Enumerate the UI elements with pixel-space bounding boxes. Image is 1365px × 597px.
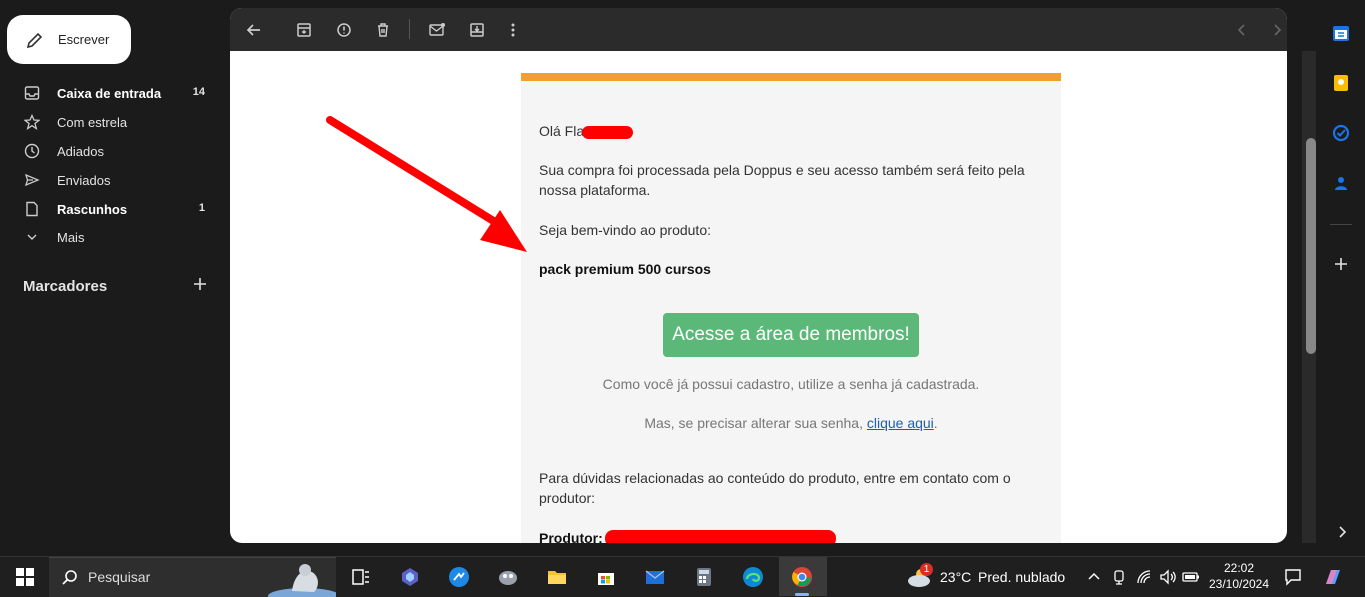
draft-count: 1 [198, 202, 205, 214]
reset-prefix: Mas, se precisar alterar sua senha, [644, 415, 867, 431]
keep-icon[interactable] [1332, 74, 1350, 92]
scrollbar-thumb[interactable] [1306, 138, 1316, 354]
report-spam-icon[interactable] [334, 20, 354, 40]
message-toolbar [230, 8, 1287, 51]
email-welcome: Seja bem-vindo ao produto: [539, 222, 711, 238]
more-options-icon[interactable] [503, 20, 523, 40]
sidebar-item-more[interactable]: Mais [0, 225, 225, 251]
pencil-icon [26, 32, 43, 49]
email-note: Como você já possui cadastro, utilize a … [602, 376, 980, 392]
redaction-mark [605, 530, 836, 543]
search-icon [62, 570, 77, 585]
plus-icon [194, 278, 206, 290]
email-contact: Para dúvidas relacionadas ao conteúdo do… [539, 470, 1011, 506]
copilot-icon[interactable] [399, 566, 421, 588]
meet-now-icon[interactable] [1111, 569, 1127, 585]
mark-unread-icon[interactable] [427, 20, 447, 40]
reset-password-link[interactable]: clique aqui [867, 415, 934, 431]
weather-badge: 1 [920, 563, 933, 576]
delete-icon[interactable] [373, 20, 393, 40]
weather-description[interactable]: Pred. nublado [978, 569, 1065, 585]
email-paragraph: Sua compra foi processada pela Doppus e … [539, 162, 1025, 198]
compose-button[interactable]: Escrever [7, 15, 131, 64]
sidebar-item-label: Com estrela [57, 115, 128, 130]
draft-icon [26, 201, 38, 217]
message-pane: Olá Fla Sua compra foi processada pela D… [230, 8, 1287, 543]
chrome-browser-icon[interactable] [791, 566, 813, 588]
calculator-icon[interactable] [693, 566, 715, 588]
speedtest-icon[interactable] [448, 566, 470, 588]
email-accent-bar [521, 73, 1061, 81]
previous-message-icon[interactable] [1232, 20, 1252, 40]
volume-icon[interactable] [1159, 569, 1177, 585]
members-area-button[interactable]: Acesse a área de membros! [663, 313, 919, 357]
show-hidden-icons-chevron-icon[interactable] [1086, 569, 1102, 585]
sidebar-item-sent[interactable]: Enviados [0, 168, 225, 194]
chevron-down-icon [27, 234, 37, 240]
copilot-pre-icon[interactable] [1322, 566, 1344, 588]
taskbar-clock[interactable]: 22:02 23/10/2024 [1208, 561, 1270, 591]
back-arrow-icon[interactable] [244, 20, 264, 40]
inbox-icon [24, 86, 40, 100]
unread-count: 14 [192, 86, 205, 98]
sidebar-item-label: Rascunhos [57, 202, 128, 217]
sidebar-item-label: Adiados [57, 144, 104, 159]
sidebar-item-inbox[interactable]: Caixa de entrada 14 [0, 81, 225, 107]
mail-icon[interactable] [644, 566, 666, 588]
compose-label: Escrever [58, 32, 110, 47]
notifications-icon[interactable] [1284, 568, 1302, 586]
contacts-icon[interactable] [1332, 174, 1350, 192]
sidebar-item-label: Enviados [57, 173, 111, 188]
sidebar-item-label: Mais [57, 230, 85, 245]
toolbar-divider [409, 19, 410, 39]
sidebar-item-starred[interactable]: Com estrela [0, 110, 225, 136]
search-highlight-image [268, 564, 336, 597]
clock-time: 22:02 [1223, 561, 1255, 575]
file-explorer-icon[interactable] [546, 566, 568, 588]
battery-icon[interactable] [1182, 570, 1200, 584]
search-placeholder: Pesquisar [88, 569, 151, 585]
calendar-icon[interactable] [1332, 24, 1350, 42]
star-icon [24, 114, 40, 130]
annotation-arrow [326, 116, 527, 252]
product-name: pack premium 500 cursos [539, 261, 711, 277]
next-message-icon[interactable] [1267, 20, 1287, 40]
expand-panel-icon[interactable] [1333, 523, 1351, 541]
taskbar-search-box[interactable]: Pesquisar [49, 557, 336, 597]
rail-divider [1330, 224, 1352, 225]
clock-icon [24, 143, 40, 159]
redaction-mark [582, 126, 633, 139]
send-icon [24, 173, 40, 187]
sidebar-item-snoozed[interactable]: Adiados [0, 139, 225, 165]
add-label-button[interactable] [192, 276, 208, 294]
store-icon[interactable] [595, 566, 617, 588]
labels-heading: Marcadores [23, 278, 108, 295]
app-icon[interactable] [497, 566, 519, 588]
sidebar-item-label: Caixa de entrada [57, 86, 162, 101]
tasks-icon[interactable] [1332, 124, 1350, 142]
clock-date: 23/10/2024 [1208, 577, 1270, 591]
windows-start-icon[interactable] [14, 566, 36, 588]
move-to-icon[interactable] [467, 20, 487, 40]
get-addons-icon[interactable] [1332, 255, 1350, 273]
reset-suffix: . [933, 415, 938, 431]
network-icon[interactable] [1136, 569, 1152, 585]
password-reset-line: Mas, se precisar alterar sua senha, cliq… [521, 415, 1061, 431]
archive-icon[interactable] [294, 20, 314, 40]
producer-label: Produtor: [539, 530, 603, 543]
sidebar-item-drafts[interactable]: Rascunhos 1 [0, 197, 225, 223]
email-greeting: Olá Fla [539, 123, 585, 139]
weather-temperature[interactable]: 23°C [940, 569, 971, 585]
task-view-icon[interactable] [350, 566, 372, 588]
edge-browser-icon[interactable] [742, 566, 764, 588]
